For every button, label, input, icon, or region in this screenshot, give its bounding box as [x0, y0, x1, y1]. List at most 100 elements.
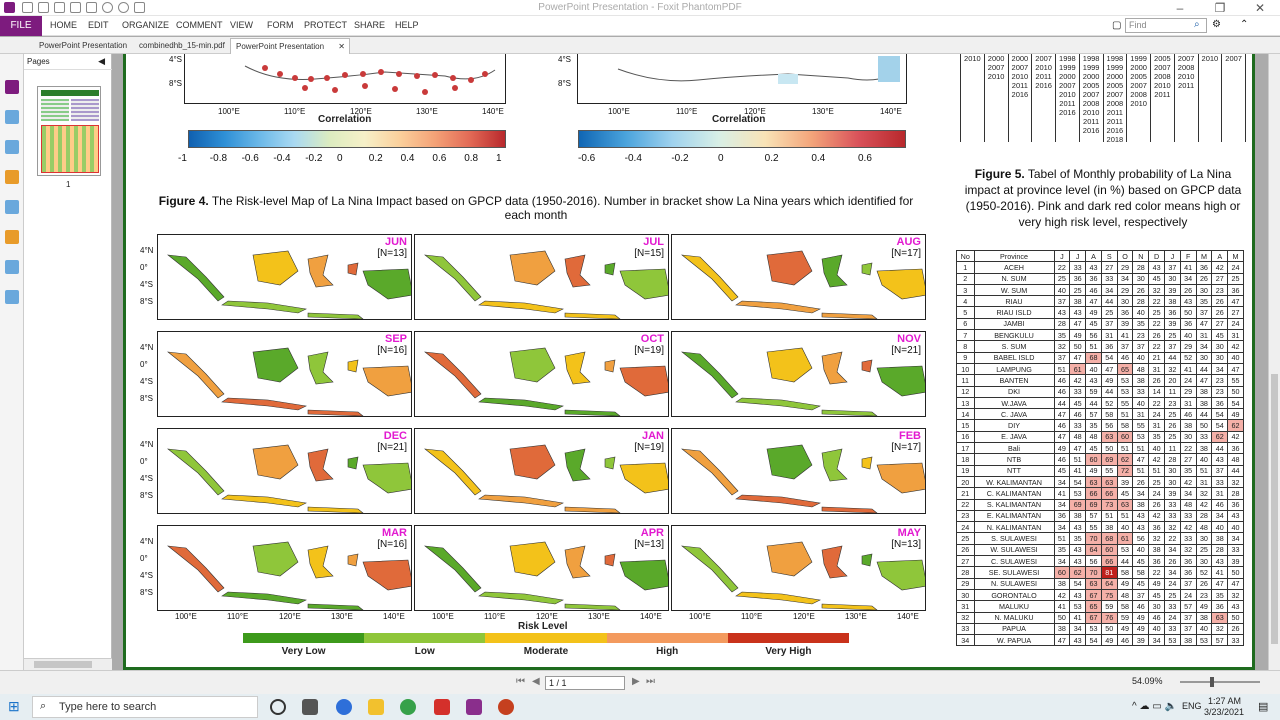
prev-page-icon[interactable]: ◀ — [532, 676, 540, 687]
language-indicator[interactable]: ENG — [1182, 701, 1202, 711]
prob-cell: 81 — [1100, 566, 1118, 579]
prob-cell: 58 — [1132, 566, 1150, 579]
tab-combinedhb[interactable]: combinedhb_15-min.pdf — [134, 38, 228, 54]
prob-cell: 53 — [1116, 543, 1134, 557]
prob-cell: 38 — [1053, 577, 1071, 590]
prob-cell: 56 — [1100, 419, 1118, 432]
prob-cell: 61 — [1069, 362, 1087, 376]
correlation-dot — [468, 77, 474, 83]
tray-icons[interactable]: ^ ☁ ▭ 🔈 — [1132, 701, 1177, 712]
bookmark-icon[interactable] — [5, 80, 19, 94]
prob-cell: 47 — [1053, 408, 1071, 421]
close-tab-icon[interactable]: ✕ — [338, 39, 345, 54]
minimize-icon[interactable]: – — [1160, 0, 1200, 16]
last-page-icon[interactable]: ⏭ — [646, 676, 655, 687]
prob-cell: 36 — [1227, 283, 1244, 297]
prob-cell: 41 — [1069, 464, 1087, 477]
year-cell — [1197, 117, 1223, 126]
menu-protect[interactable]: PROTECT — [304, 20, 347, 30]
prob-cell: 45 — [1053, 464, 1071, 477]
document-area: 4°S 8°S 100°E 110°E 120°E 130°E 140°E Co… — [113, 54, 1268, 670]
prob-cell: 58 — [1116, 566, 1134, 579]
prob-cell: 20 — [1163, 374, 1181, 387]
close-icon[interactable]: ✕ — [1240, 0, 1280, 16]
tab-powerpoint-active[interactable]: PowerPoint Presentation ✕ — [230, 38, 350, 54]
prob-cell: 38 — [1195, 385, 1213, 398]
cortana-icon[interactable] — [270, 699, 286, 715]
clock-time[interactable]: 1:27 AM — [1208, 696, 1241, 706]
pages-icon[interactable] — [5, 110, 19, 124]
first-page-icon[interactable]: ⏮ — [516, 676, 525, 687]
prob-cell: 54 — [1211, 419, 1229, 432]
year-cell — [1007, 99, 1033, 108]
prob-cell: 41 — [1053, 487, 1071, 500]
figure5-caption: Figure 5. Tabel of Monthly probability o… — [960, 166, 1246, 230]
menu-edit[interactable]: EDIT — [88, 20, 109, 30]
prob-cell: 53 — [1069, 487, 1087, 500]
comments-icon[interactable] — [5, 170, 19, 184]
year-cell: 2010 — [960, 54, 985, 63]
year-cell: 2010 — [1173, 72, 1199, 81]
menu-form[interactable]: FORM — [267, 20, 294, 30]
prob-cell: 38 — [1148, 543, 1165, 557]
prob-cell: 47 — [1100, 362, 1118, 376]
risk-map-jan: JAN [N=19] — [414, 428, 669, 514]
prob-cell: 63 — [1211, 611, 1229, 624]
menu-comment[interactable]: COMMENT — [176, 20, 223, 30]
zoom-slider[interactable] — [1180, 677, 1260, 687]
chevron-up-icon[interactable]: ⌃ — [1240, 19, 1248, 30]
windows-start-icon[interactable]: ⊞ — [8, 698, 20, 715]
clock-date[interactable]: 3/23/2021 — [1204, 707, 1244, 717]
menu-help[interactable]: HELP — [395, 20, 419, 30]
prob-cell: 40 — [1195, 622, 1213, 636]
collapse-panel-icon[interactable]: ◀ — [98, 56, 105, 67]
prob-cell: 46 — [1085, 283, 1102, 297]
menu-share[interactable]: SHARE — [354, 20, 385, 30]
attachment-icon[interactable] — [5, 200, 19, 214]
notifications-icon[interactable]: ▤ — [1258, 700, 1268, 713]
lock-icon[interactable] — [5, 230, 19, 244]
vertical-scrollbar[interactable] — [1268, 54, 1280, 670]
prob-cell: 76 — [1100, 611, 1118, 624]
prob-header: J — [1069, 250, 1087, 263]
prob-cell: 50 — [1227, 566, 1244, 579]
prob-cell: 39 — [1132, 634, 1150, 647]
restore-icon[interactable]: ❐ — [1200, 0, 1240, 16]
risk-level-swatch — [364, 633, 486, 643]
tools-icon[interactable] — [5, 290, 19, 304]
tab-powerpoint-1[interactable]: PowerPoint Presentation — [34, 38, 130, 54]
prob-cell: 11 — [1163, 385, 1181, 398]
lat-label: 4°S — [169, 55, 182, 64]
gear-icon[interactable]: ⚙ — [1212, 19, 1221, 30]
app-icon[interactable] — [466, 699, 482, 715]
find-file-icon[interactable]: ▢ — [1112, 20, 1121, 31]
task-view-icon[interactable] — [302, 699, 318, 715]
correlation-map-right — [577, 54, 907, 104]
file-menu[interactable]: FILE — [0, 16, 42, 36]
zoom-level[interactable]: 54.09% — [1132, 676, 1163, 686]
menu-organize[interactable]: ORGANIZE — [122, 20, 169, 30]
menu-view[interactable]: VIEW — [230, 20, 253, 30]
year-cell — [1150, 135, 1175, 142]
search-icon[interactable]: ⌕ — [1194, 19, 1200, 30]
horizontal-scrollbar[interactable] — [24, 658, 112, 670]
browser-icon[interactable] — [336, 699, 352, 715]
next-page-icon[interactable]: ▶ — [632, 676, 640, 687]
taskbar-search[interactable]: Type here to search — [32, 696, 258, 718]
prob-cell: 17 — [956, 442, 975, 455]
prob-cell: 24 — [1179, 588, 1197, 602]
prob-cell: 37 — [1195, 306, 1213, 319]
layers-icon[interactable] — [5, 140, 19, 154]
powerpoint-icon[interactable] — [498, 699, 514, 715]
chrome-icon[interactable] — [400, 699, 416, 715]
fields-icon[interactable] — [5, 260, 19, 274]
prob-cell: W. PAPUA — [973, 634, 1055, 647]
file-explorer-icon[interactable] — [368, 699, 384, 715]
menu-home[interactable]: HOME — [50, 20, 77, 30]
page-thumbnail[interactable] — [37, 86, 101, 176]
month-label: JUL [N=15] — [634, 236, 664, 260]
prob-cell: 24 — [956, 521, 975, 534]
page-number-input[interactable]: 1 / 1 — [545, 676, 625, 690]
year-cell: 2000 — [983, 54, 1009, 63]
foxit-icon[interactable] — [434, 699, 450, 715]
